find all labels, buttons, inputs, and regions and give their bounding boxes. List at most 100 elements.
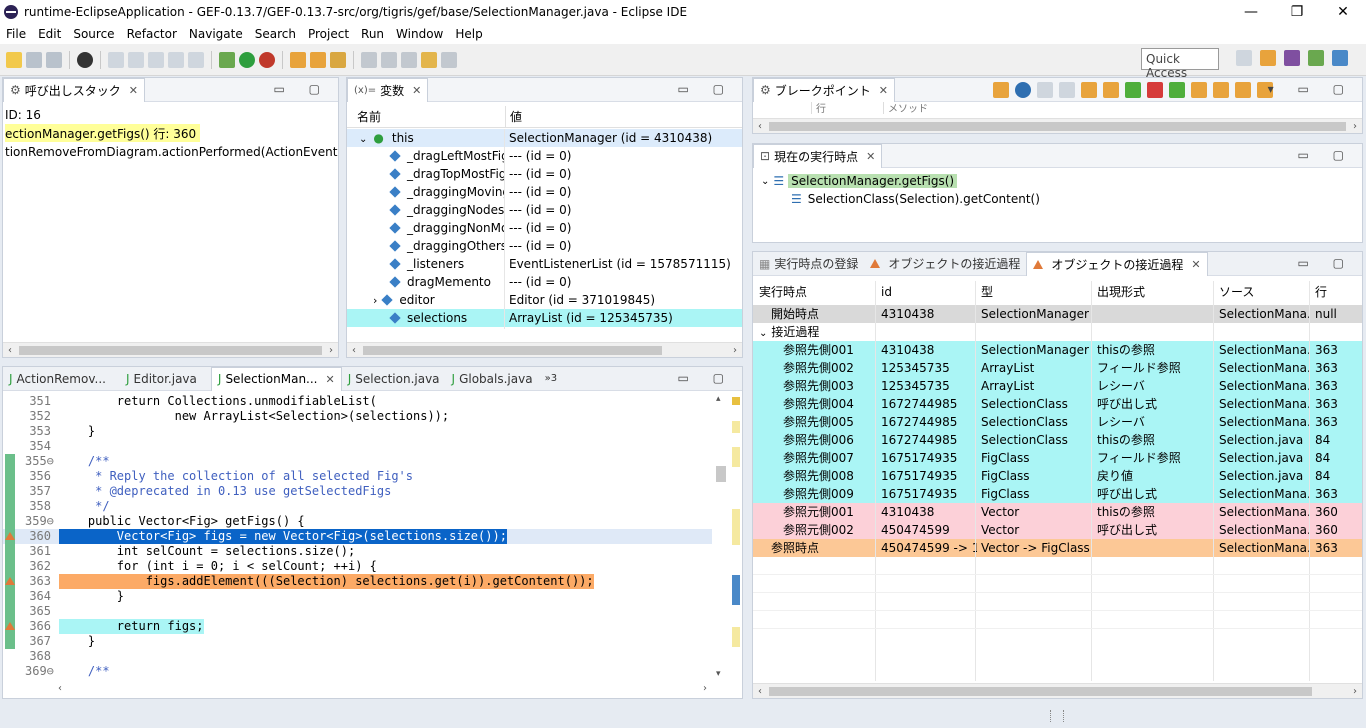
stop-icon[interactable]: [1147, 82, 1163, 98]
java-perspective-icon[interactable]: [1284, 50, 1300, 66]
code-line[interactable]: 367 }: [3, 634, 712, 649]
trace-row[interactable]: 参照先側007 1675174935 FigClass フィールド参照 Selectio…: [753, 449, 1362, 467]
play-back-icon[interactable]: [1125, 82, 1141, 98]
trace-row[interactable]: 参照先側005 1672744985 SelectionClass レシーバ Selec…: [753, 413, 1362, 431]
resume-icon[interactable]: [1081, 82, 1097, 98]
horizontal-scrollbar[interactable]: ‹ ›: [347, 342, 742, 357]
tab-editor-selection[interactable]: J Selection.java: [342, 367, 446, 391]
trace-row[interactable]: 参照元側001 4310438 Vector thisの参照 SelectionMana…: [753, 503, 1362, 521]
menu-edit[interactable]: Edit: [32, 27, 67, 41]
column-header[interactable]: ソース: [1215, 281, 1311, 303]
view-controls[interactable]: ▭ ▢: [1298, 256, 1355, 270]
trace-row[interactable]: 参照先側003 125345735 ArrayList レシーバ SelectionMa…: [753, 377, 1362, 395]
code-line[interactable]: 354: [3, 439, 712, 454]
tab-breakpoints[interactable]: ⚙ ブレークポイント ✕: [753, 77, 895, 102]
menu-project[interactable]: Project: [302, 27, 355, 41]
close-icon[interactable]: ✕: [1191, 258, 1200, 271]
menu-source[interactable]: Source: [67, 27, 120, 41]
view-controls[interactable]: ▭ ▢: [274, 82, 331, 96]
link-icon[interactable]: [1015, 82, 1031, 98]
view-controls[interactable]: ▭ ▢: [678, 371, 735, 385]
trace-row[interactable]: 参照先側008 1675174935 FigClass 戻り値 Selection.ja…: [753, 467, 1362, 485]
chevron-right-icon[interactable]: ›: [373, 294, 377, 307]
code-line[interactable]: 363 figs.addElement(((Selection) selecti…: [3, 574, 712, 589]
last-edit-icon[interactable]: [401, 51, 417, 68]
minimize-button[interactable]: —: [1228, 4, 1274, 20]
variable-row[interactable]: _dragTopMostFig --- (id = 0): [347, 165, 742, 183]
column-header[interactable]: id: [877, 281, 977, 303]
column-header[interactable]: 実行時点: [755, 281, 877, 303]
tab-variables[interactable]: (x)= 変数 ✕: [347, 77, 429, 102]
import-icon[interactable]: [993, 82, 1009, 98]
callstack-line[interactable]: tionRemoveFromDiagram.actionPerformed(Ac…: [5, 142, 338, 160]
horizontal-scrollbar[interactable]: ‹ ›: [753, 683, 1362, 698]
save-icon[interactable]: [26, 51, 42, 68]
trace-row[interactable]: 開始時点 4310438 SelectionManager SelectionMana…: [753, 305, 1362, 323]
tab-editor-actionremove[interactable]: J ActionRemov...: [3, 367, 112, 391]
code-line[interactable]: 361 int selCount = selections.size();: [3, 544, 712, 559]
variable-row[interactable]: _draggingNonMov --- (id = 0): [347, 219, 742, 237]
forward-icon[interactable]: [441, 51, 457, 68]
code-line[interactable]: 364 }: [3, 589, 712, 604]
code-line[interactable]: 360 Vector<Fig> figs = new Vector<Fig>(s…: [3, 529, 712, 544]
chevron-down-icon[interactable]: ⌄: [759, 328, 767, 339]
view-controls[interactable]: ▭ ▢: [1298, 148, 1355, 162]
code-line[interactable]: 353 }: [3, 424, 712, 439]
custom-perspective-icon[interactable]: [1332, 50, 1348, 66]
tab-approach-2[interactable]: オブジェクトの接近過程 ✕: [1026, 251, 1208, 276]
exec-tree-root[interactable]: ⌄ ☰ SelectionManager.getFigs(): [761, 172, 958, 190]
variable-row[interactable]: ⌄ ● this SelectionManager (id = 4310438): [347, 129, 742, 147]
callstack-line-current[interactable]: ectionManager.getFigs() 行: 360: [5, 124, 201, 142]
step-over-back-icon[interactable]: [1191, 82, 1207, 98]
tab-callstack[interactable]: ⚙ 呼び出しスタック ✕: [3, 77, 145, 102]
trace-row[interactable]: 参照先側009 1675174935 FigClass 呼び出し式 SelectionM…: [753, 485, 1362, 503]
close-icon[interactable]: ✕: [412, 84, 421, 97]
tab-exec-register[interactable]: ▦ 実行時点の登録: [753, 252, 864, 276]
annotation-next-icon[interactable]: [361, 51, 377, 68]
code-line[interactable]: 368: [3, 649, 712, 664]
tab-editor-globals[interactable]: J Globals.java: [446, 367, 539, 391]
step-return-icon[interactable]: [1235, 82, 1251, 98]
trace-row[interactable]: ⌄ 接近過程: [753, 323, 1362, 341]
trace-row[interactable]: 参照先側001 4310438 SelectionManager thisの参照 Sel…: [753, 341, 1362, 359]
code-line[interactable]: 369⊖ /**: [3, 664, 712, 679]
tab-current-exec[interactable]: ⊡ 現在の実行時点 ✕: [753, 143, 883, 168]
code-line[interactable]: 365: [3, 604, 712, 619]
code-line[interactable]: 357 * @deprecated in 0.13 use getSelecte…: [3, 484, 712, 499]
variable-row[interactable]: _draggingOthers --- (id = 0): [347, 237, 742, 255]
code-line[interactable]: 356 * Reply the collection of all select…: [3, 469, 712, 484]
step-into-icon[interactable]: [1103, 82, 1119, 98]
annotation-prev-icon[interactable]: [381, 51, 397, 68]
debug-perspective-icon[interactable]: [1308, 50, 1324, 66]
step-over-icon[interactable]: [148, 51, 164, 68]
menu-run[interactable]: Run: [355, 27, 390, 41]
column-header[interactable]: 出現形式: [1093, 281, 1215, 303]
menu-search[interactable]: Search: [249, 27, 302, 41]
horizontal-scrollbar[interactable]: ‹ ›: [753, 118, 1362, 133]
code-line[interactable]: 351 return Collections.unmodifiableList(: [3, 394, 712, 409]
open-perspective-icon[interactable]: [1236, 50, 1252, 66]
step-return-icon[interactable]: [168, 51, 184, 68]
view-controls[interactable]: ▭ ▢: [678, 82, 735, 96]
code-line[interactable]: 359⊖ public Vector<Fig> getFigs() {: [3, 514, 712, 529]
callstack-line[interactable]: ID: 16: [5, 106, 338, 124]
menu-navigate[interactable]: Navigate: [183, 27, 249, 41]
quick-access-field[interactable]: Quick Access: [1141, 48, 1219, 80]
variable-row[interactable]: › editor Editor (id = 371019845): [347, 291, 742, 309]
open-type-icon[interactable]: [290, 51, 306, 68]
new-icon[interactable]: [6, 51, 22, 68]
code-line[interactable]: 355⊖ /**: [3, 454, 712, 469]
variable-row[interactable]: dragMemento --- (id = 0): [347, 273, 742, 291]
code-editor[interactable]: 351 return Collections.unmodifiableList(…: [3, 394, 712, 679]
debug-icon[interactable]: [219, 51, 235, 68]
exec-tree-child[interactable]: ☰ SelectionClass(Selection).getContent(): [791, 190, 1040, 208]
trace-row[interactable]: 参照元側002 450474599 Vector 呼び出し式 SelectionMana…: [753, 521, 1362, 539]
tab-editor-selectionmanager[interactable]: J SelectionMan... ✕: [210, 366, 342, 391]
menu-file[interactable]: File: [0, 27, 32, 41]
variable-row[interactable]: _draggingNodes --- (id = 0): [347, 201, 742, 219]
column-header[interactable]: 型: [977, 281, 1093, 303]
code-line[interactable]: 352 new ArrayList<Selection>(selections)…: [3, 409, 712, 424]
code-line[interactable]: 366 return figs;: [3, 619, 712, 634]
chevron-down-icon[interactable]: ⌄: [761, 176, 769, 187]
trace-row[interactable]: 参照先側006 1672744985 SelectionClass thisの参照 Se…: [753, 431, 1362, 449]
